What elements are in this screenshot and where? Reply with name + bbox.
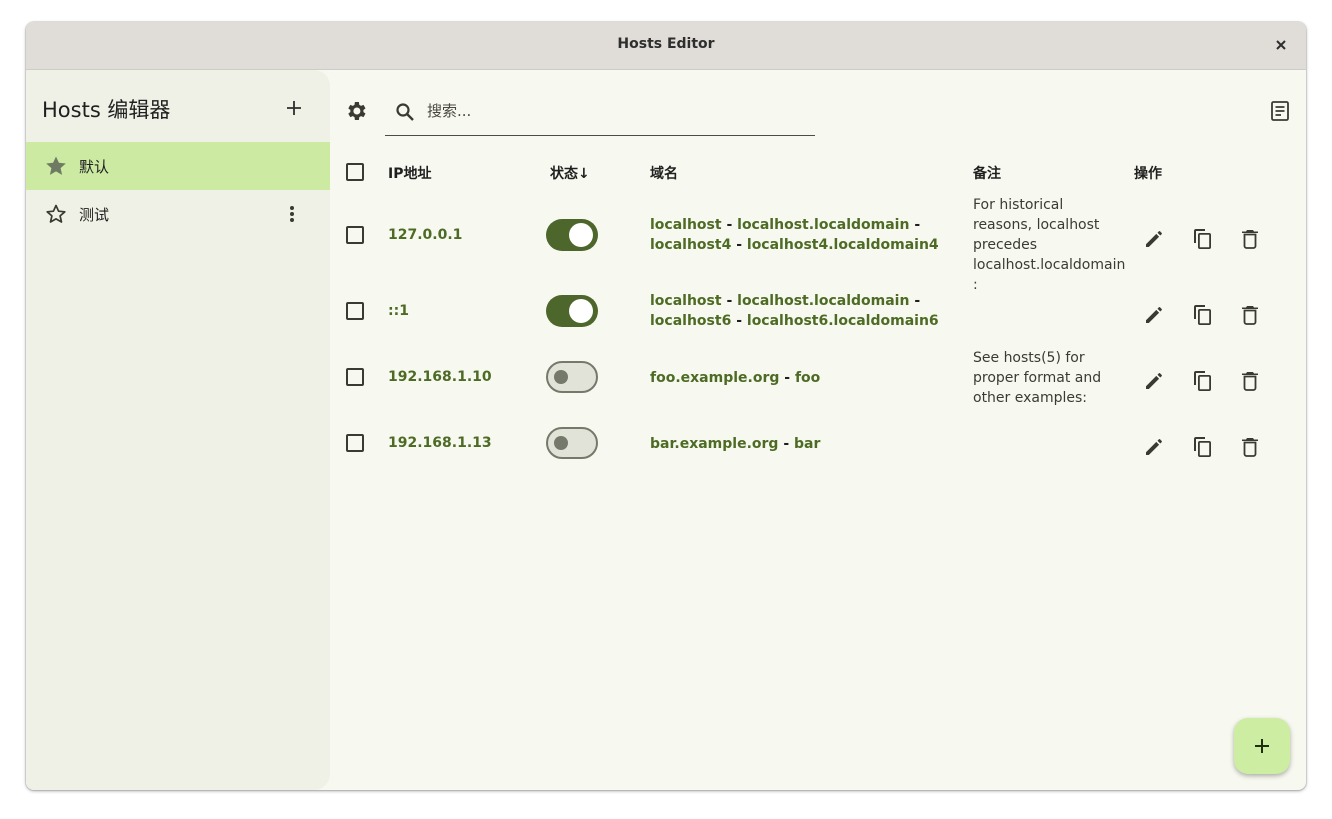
toggle-knob: [554, 370, 568, 384]
status-toggle[interactable]: [546, 295, 598, 327]
copy-icon: [1194, 371, 1211, 391]
profile-menu-button[interactable]: [280, 202, 304, 226]
trash-icon: [1242, 372, 1258, 391]
status-toggle[interactable]: [546, 361, 598, 393]
ip-address[interactable]: ::1: [388, 303, 409, 319]
domain-link[interactable]: foo.example.org: [650, 370, 779, 386]
star-outline-icon: [46, 204, 66, 223]
sidebar-item-label: 测试: [79, 206, 110, 224]
sort-arrow-icon: ↓: [578, 166, 590, 182]
delete-button[interactable]: [1238, 303, 1262, 327]
edit-button[interactable]: [1142, 369, 1166, 393]
toggle-knob: [569, 299, 593, 323]
view-source-button[interactable]: [1268, 99, 1292, 123]
sidebar-item-test[interactable]: 测试: [26, 190, 330, 238]
edit-button[interactable]: [1142, 435, 1166, 459]
column-header-note[interactable]: 备注: [973, 163, 1001, 183]
column-header-actions: 操作: [1134, 166, 1162, 182]
pencil-icon: [1146, 439, 1162, 455]
plus-icon: [287, 101, 301, 115]
sidebar-item-default[interactable]: 默认: [26, 142, 330, 190]
duplicate-button[interactable]: [1190, 435, 1214, 459]
more-vertical-icon: [290, 206, 294, 222]
domain-link[interactable]: localhost4: [650, 237, 731, 253]
row-checkbox[interactable]: [346, 434, 364, 452]
domain-link[interactable]: localhost.localdomain: [737, 217, 909, 233]
window-title: Hosts Editor: [617, 36, 715, 52]
sidebar: Hosts 编辑器 默认 测试: [26, 70, 330, 790]
duplicate-button[interactable]: [1190, 369, 1214, 393]
toggle-knob: [569, 223, 593, 247]
app-title: Hosts 编辑器: [42, 98, 171, 122]
edit-button[interactable]: [1142, 227, 1166, 251]
row-note: See hosts(5) for proper format and other…: [973, 350, 1102, 406]
sidebar-item-label: 默认: [79, 158, 110, 176]
delete-button[interactable]: [1238, 227, 1262, 251]
close-icon: [1276, 40, 1286, 50]
row-checkbox[interactable]: [346, 226, 364, 244]
pencil-icon: [1146, 231, 1162, 247]
column-header-domain[interactable]: 域名: [650, 163, 678, 183]
copy-icon: [1194, 437, 1211, 457]
close-button[interactable]: [1270, 34, 1292, 56]
domain-link[interactable]: localhost: [650, 217, 722, 233]
column-header-status-label: 状态: [550, 166, 578, 182]
domain-link[interactable]: bar.example.org: [650, 436, 778, 452]
row-note: For historical reasons, localhost preced…: [973, 197, 1126, 293]
gear-icon: [348, 102, 366, 120]
domain-link[interactable]: localhost6.localdomain6: [747, 313, 939, 329]
ip-address[interactable]: 192.168.1.13: [388, 435, 492, 451]
domain-list: localhost - localhost.localdomain - loca…: [650, 293, 939, 329]
table-row: ::1 localhost - localhost.localdomain - …: [330, 281, 1306, 347]
star-filled-icon: [46, 156, 66, 175]
pencil-icon: [1146, 373, 1162, 389]
copy-icon: [1194, 229, 1211, 249]
domain-link[interactable]: localhost.localdomain: [737, 293, 909, 309]
table-row: 192.168.1.13 bar.example.org - bar: [330, 413, 1306, 479]
copy-icon: [1194, 305, 1211, 325]
document-icon: [1271, 101, 1289, 121]
search-bar: [385, 90, 815, 136]
domain-link[interactable]: localhost: [650, 293, 722, 309]
settings-button[interactable]: [344, 99, 368, 123]
domain-list: bar.example.org - bar: [650, 436, 821, 452]
column-header-status[interactable]: 状态↓: [550, 163, 590, 183]
column-header-ip[interactable]: IP地址: [388, 163, 431, 183]
trash-icon: [1242, 230, 1258, 249]
ip-address[interactable]: 127.0.0.1: [388, 227, 462, 243]
trash-icon: [1242, 306, 1258, 325]
plus-icon: [1255, 739, 1269, 753]
main-content: IP地址 状态↓ 域名 备注 操作 127.0.0.1 localhost - …: [330, 70, 1306, 790]
duplicate-button[interactable]: [1190, 227, 1214, 251]
toggle-knob: [554, 436, 568, 450]
domain-link[interactable]: foo: [795, 370, 820, 386]
select-all-checkbox[interactable]: [346, 163, 364, 181]
domain-list: foo.example.org - foo: [650, 370, 821, 386]
duplicate-button[interactable]: [1190, 303, 1214, 327]
row-checkbox[interactable]: [346, 368, 364, 386]
domain-link[interactable]: bar: [794, 436, 820, 452]
trash-icon: [1242, 438, 1258, 457]
domain-link[interactable]: localhost4.localdomain4: [747, 237, 939, 253]
title-bar: Hosts Editor: [26, 22, 1306, 70]
domain-link[interactable]: localhost6: [650, 313, 731, 329]
table-row: 192.168.1.10 foo.example.org - foo See h…: [330, 347, 1306, 413]
pencil-icon: [1146, 307, 1162, 323]
ip-address[interactable]: 192.168.1.10: [388, 369, 492, 385]
table-row: 127.0.0.1 localhost - localhost.localdom…: [330, 193, 1306, 293]
search-input[interactable]: [425, 98, 809, 124]
status-toggle[interactable]: [546, 219, 598, 251]
delete-button[interactable]: [1238, 435, 1262, 459]
add-host-button[interactable]: [1234, 718, 1290, 774]
edit-button[interactable]: [1142, 303, 1166, 327]
delete-button[interactable]: [1238, 369, 1262, 393]
status-toggle[interactable]: [546, 427, 598, 459]
domain-list: localhost - localhost.localdomain - loca…: [650, 217, 939, 253]
app-window: Hosts Editor Hosts 编辑器 默认 测试 搜索... IP地址 …: [26, 22, 1306, 790]
search-icon: [396, 103, 414, 121]
add-profile-button[interactable]: [278, 92, 310, 124]
table-header: IP地址 状态↓ 域名 备注 操作: [330, 163, 1306, 193]
row-checkbox[interactable]: [346, 302, 364, 320]
